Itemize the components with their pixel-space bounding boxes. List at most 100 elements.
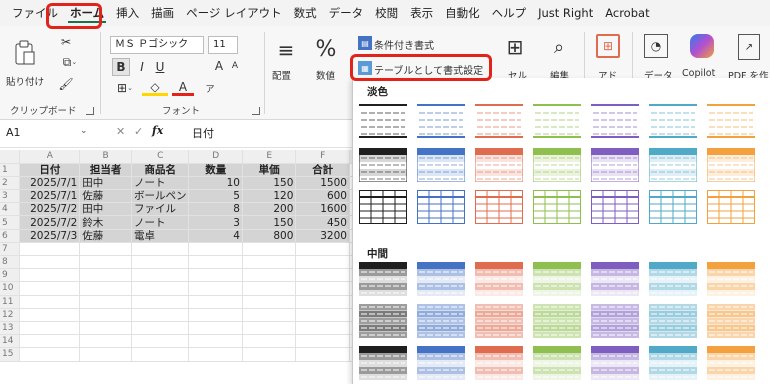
cell[interactable]: 単価 bbox=[242, 163, 297, 177]
name-box-dropdown-icon[interactable]: ⌄ bbox=[80, 126, 88, 136]
tab-10[interactable]: ヘルプ bbox=[486, 0, 533, 26]
cell[interactable] bbox=[79, 268, 132, 283]
cell[interactable]: 1600 bbox=[295, 202, 350, 217]
tab-4[interactable]: ページ レイアウト bbox=[180, 0, 287, 26]
font-name-combo[interactable]: ＭＳ Ｐゴシック bbox=[110, 36, 204, 54]
italic-button[interactable]: I bbox=[134, 58, 150, 76]
column-header[interactable]: D bbox=[188, 150, 243, 164]
alignment-icon[interactable]: ≡ bbox=[272, 36, 300, 64]
table-style-swatch[interactable] bbox=[649, 304, 697, 338]
font-launcher-icon[interactable] bbox=[252, 107, 260, 115]
cell[interactable] bbox=[242, 347, 297, 362]
select-all-corner[interactable] bbox=[0, 150, 21, 164]
table-style-swatch[interactable] bbox=[475, 104, 523, 138]
cell[interactable]: 日付 bbox=[19, 163, 81, 177]
table-style-swatch[interactable] bbox=[417, 190, 465, 224]
tab-1[interactable]: ホーム bbox=[64, 0, 110, 26]
table-style-swatch[interactable] bbox=[707, 304, 755, 338]
copy-icon[interactable]: ⧉ ⌄ bbox=[56, 54, 84, 70]
cell[interactable] bbox=[131, 321, 190, 336]
cell[interactable]: 佐藤 bbox=[79, 189, 132, 204]
table-style-swatch[interactable] bbox=[475, 346, 523, 380]
underline-button[interactable]: U bbox=[152, 58, 168, 76]
table-style-swatch[interactable] bbox=[533, 262, 581, 296]
table-style-swatch[interactable] bbox=[707, 190, 755, 224]
table-style-swatch[interactable] bbox=[359, 262, 407, 296]
table-style-swatch[interactable] bbox=[475, 148, 523, 182]
tab-9[interactable]: 自動化 bbox=[439, 0, 486, 26]
column-header[interactable]: C bbox=[131, 150, 190, 164]
cell[interactable]: 2025/7/3 bbox=[19, 229, 81, 243]
cell[interactable] bbox=[188, 281, 243, 296]
cell[interactable] bbox=[79, 321, 132, 336]
enter-icon[interactable]: ✓ bbox=[134, 125, 143, 138]
table-style-swatch[interactable] bbox=[707, 104, 755, 138]
table-style-swatch[interactable] bbox=[533, 304, 581, 338]
cut-icon[interactable]: ✂ bbox=[56, 34, 76, 50]
table-style-swatch[interactable] bbox=[591, 104, 639, 138]
table-style-swatch[interactable] bbox=[649, 148, 697, 182]
cell[interactable] bbox=[19, 347, 81, 362]
cell[interactable]: 600 bbox=[295, 189, 350, 204]
cell[interactable]: 5 bbox=[188, 189, 243, 204]
cell[interactable] bbox=[295, 321, 350, 336]
cell[interactable] bbox=[19, 295, 81, 309]
name-box[interactable]: A1 bbox=[6, 126, 76, 142]
cells-icon[interactable]: ⊞ bbox=[502, 34, 528, 60]
copilot-icon[interactable] bbox=[690, 34, 714, 58]
cell[interactable]: 10 bbox=[188, 176, 243, 191]
cell[interactable]: 3200 bbox=[295, 229, 350, 243]
cell[interactable] bbox=[188, 308, 243, 322]
cell[interactable] bbox=[295, 347, 350, 362]
cell[interactable] bbox=[131, 242, 190, 257]
table-style-swatch[interactable] bbox=[649, 190, 697, 224]
table-style-swatch[interactable] bbox=[533, 104, 581, 138]
table-style-swatch[interactable] bbox=[591, 190, 639, 224]
table-style-swatch[interactable] bbox=[417, 104, 465, 138]
tab-2[interactable]: 挿入 bbox=[110, 0, 145, 26]
cell[interactable] bbox=[19, 308, 81, 322]
row-header[interactable]: 7 bbox=[0, 242, 21, 257]
cell[interactable] bbox=[295, 295, 350, 309]
table-style-swatch[interactable] bbox=[475, 190, 523, 224]
cell[interactable] bbox=[188, 242, 243, 257]
percent-icon[interactable]: % bbox=[312, 34, 340, 64]
table-style-swatch[interactable] bbox=[417, 262, 465, 296]
table-style-swatch[interactable] bbox=[707, 346, 755, 380]
fill-color-icon[interactable]: ◇ bbox=[142, 80, 168, 96]
cell[interactable] bbox=[295, 255, 350, 270]
row-header[interactable]: 11 bbox=[0, 295, 21, 309]
tab-7[interactable]: 校閲 bbox=[369, 0, 404, 26]
row-header[interactable]: 13 bbox=[0, 321, 21, 336]
column-header[interactable]: B bbox=[79, 150, 132, 164]
cell[interactable] bbox=[131, 347, 190, 362]
cell[interactable] bbox=[295, 334, 350, 349]
cell[interactable] bbox=[131, 308, 190, 322]
cell[interactable] bbox=[131, 281, 190, 296]
table-style-swatch[interactable] bbox=[591, 262, 639, 296]
table-style-swatch[interactable] bbox=[707, 148, 755, 182]
search-icon[interactable]: ⌕ bbox=[546, 34, 572, 60]
cell[interactable] bbox=[295, 281, 350, 296]
cell[interactable]: 担当者 bbox=[79, 163, 132, 177]
cell[interactable] bbox=[188, 334, 243, 349]
row-header[interactable]: 6 bbox=[0, 229, 21, 243]
cell[interactable]: 佐藤 bbox=[79, 229, 132, 243]
format-as-table-button[interactable]: テーブルとして書式設定 bbox=[374, 62, 483, 77]
cell[interactable]: 200 bbox=[242, 202, 297, 217]
cell[interactable] bbox=[131, 334, 190, 349]
table-style-swatch[interactable] bbox=[649, 346, 697, 380]
cell[interactable]: ファイル bbox=[131, 202, 190, 217]
table-style-swatch[interactable] bbox=[417, 346, 465, 380]
table-style-swatch[interactable] bbox=[649, 104, 697, 138]
data-analysis-icon[interactable]: ◔ bbox=[644, 34, 668, 58]
cell[interactable]: 8 bbox=[188, 202, 243, 217]
table-style-swatch[interactable] bbox=[475, 304, 523, 338]
row-header[interactable]: 8 bbox=[0, 255, 21, 270]
cell[interactable]: 2025/7/1 bbox=[19, 189, 81, 204]
cell[interactable]: 2025/7/2 bbox=[19, 215, 81, 230]
shrink-font-icon[interactable]: A bbox=[228, 58, 242, 74]
cell[interactable] bbox=[79, 255, 132, 270]
cell[interactable]: ノート bbox=[131, 176, 190, 191]
cell[interactable] bbox=[295, 268, 350, 283]
